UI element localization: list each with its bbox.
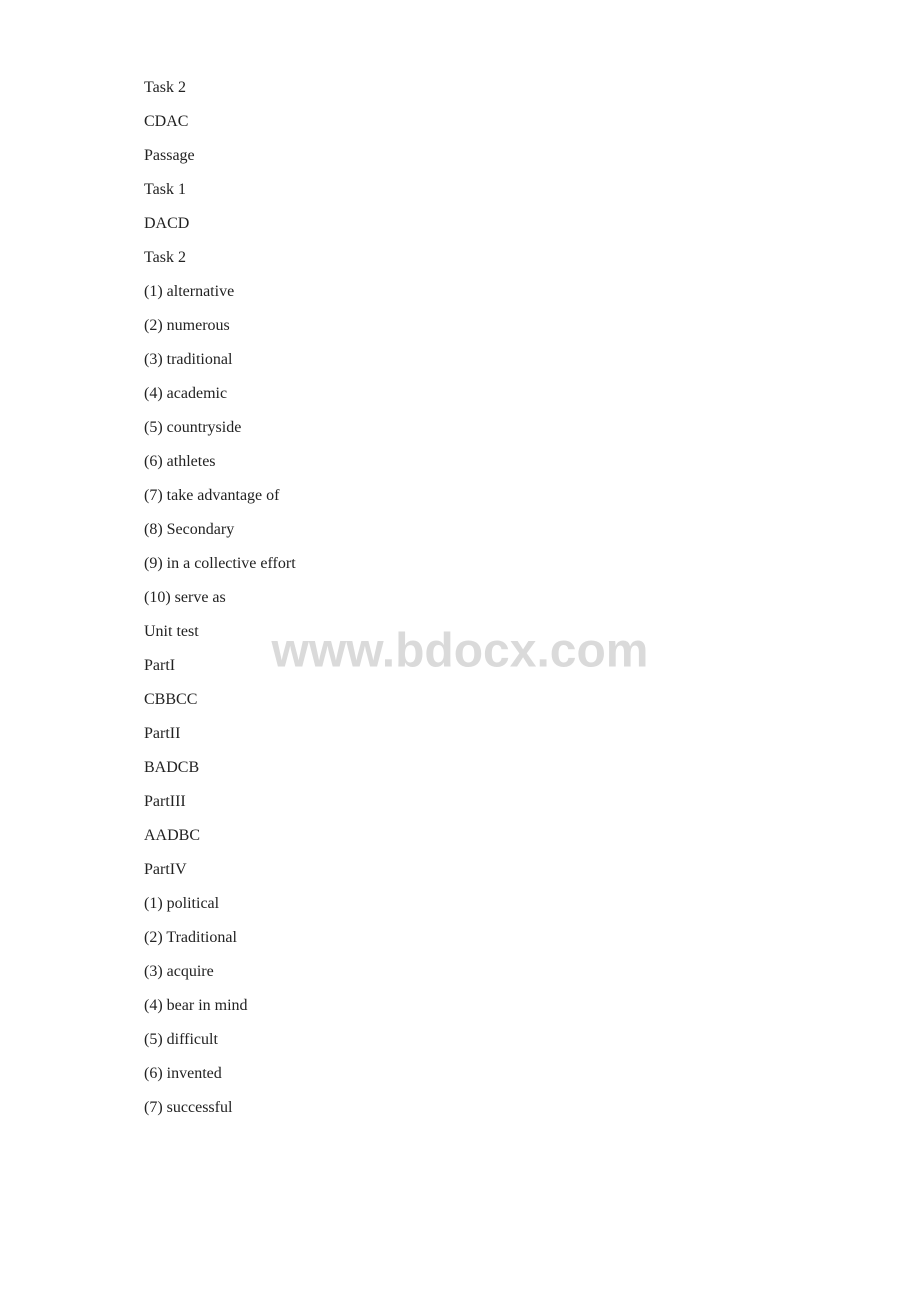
- line-p4-item7: (7) successful: [144, 1100, 920, 1116]
- line-part3-label: PartIII: [144, 794, 920, 810]
- line-p4-item2: (2) Traditional: [144, 930, 920, 946]
- line-part1-label: PartI: [144, 658, 920, 674]
- line-part3-ans: AADBC: [144, 828, 920, 844]
- line-item10: (10) serve as: [144, 590, 920, 606]
- line-passage: Passage: [144, 148, 920, 164]
- line-task2-1: Task 2: [144, 80, 920, 96]
- line-p4-item4: (4) bear in mind: [144, 998, 920, 1014]
- line-item8: (8) Secondary: [144, 522, 920, 538]
- line-item6: (6) athletes: [144, 454, 920, 470]
- line-item9: (9) in a collective effort: [144, 556, 920, 572]
- line-part4-label: PartIV: [144, 862, 920, 878]
- line-p4-item3: (3) acquire: [144, 964, 920, 980]
- line-p4-item1: (1) political: [144, 896, 920, 912]
- line-task1: Task 1: [144, 182, 920, 198]
- page-content: Task 2 CDAC Passage Task 1 DACD Task 2 (1) alt…: [0, 0, 920, 1214]
- line-item7: (7) take advantage of: [144, 488, 920, 504]
- line-task2-2: Task 2: [144, 250, 920, 266]
- line-p4-item6: (6) invented: [144, 1066, 920, 1082]
- line-cdac: CDAC: [144, 114, 920, 130]
- line-item1: (1) alternative: [144, 284, 920, 300]
- line-item4: (4) academic: [144, 386, 920, 402]
- line-item3: (3) traditional: [144, 352, 920, 368]
- line-dacd: DACD: [144, 216, 920, 232]
- line-item2: (2) numerous: [144, 318, 920, 334]
- line-part1-ans: CBBCC: [144, 692, 920, 708]
- line-unit-test: Unit test: [144, 624, 920, 640]
- line-part2-ans: BADCB: [144, 760, 920, 776]
- line-p4-item5: (5) difficult: [144, 1032, 920, 1048]
- line-part2-label: PartII: [144, 726, 920, 742]
- line-item5: (5) countryside: [144, 420, 920, 436]
